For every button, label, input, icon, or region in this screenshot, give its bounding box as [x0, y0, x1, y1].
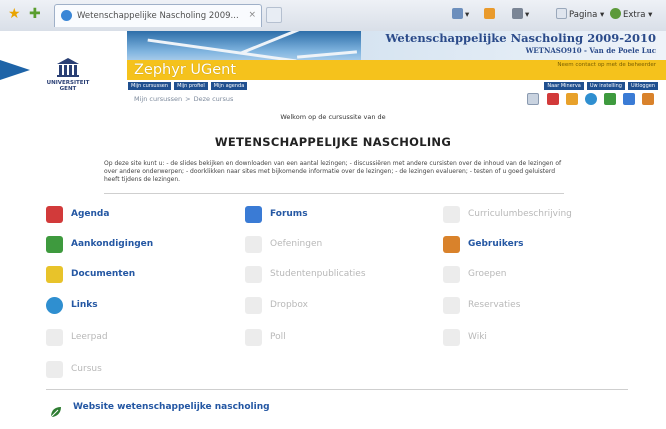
add-favorite-icon[interactable]: ✚: [29, 6, 41, 22]
ie-page-icon: [61, 10, 72, 21]
nav-logout[interactable]: Uitloggen: [626, 81, 659, 91]
nav-my-agenda[interactable]: Mijn agenda: [209, 81, 249, 91]
course-links-icon[interactable]: [584, 93, 597, 105]
tool-label: Aankondigingen: [71, 239, 154, 249]
tool-label: Cursus: [71, 364, 102, 374]
reservations-icon: [443, 297, 460, 314]
university-temple-icon: [57, 58, 79, 78]
tool-label: Curriculumbeschrijving: [468, 209, 572, 219]
page-icon: [556, 8, 567, 19]
new-tab-button[interactable]: [266, 7, 282, 23]
divider: [46, 389, 628, 390]
print-page-icon[interactable]: [527, 93, 540, 105]
breadcrumb-this-course[interactable]: Deze cursus: [194, 95, 234, 103]
browser-toolbar: ★ ✚ Wetenschappelijke Nascholing 2009...…: [0, 0, 666, 32]
leaf-link-icon: [49, 404, 63, 418]
breadcrumb: Mijn cursussen > Deze cursus: [134, 95, 234, 103]
page-tools: [525, 93, 654, 107]
tool-label: Links: [71, 300, 98, 310]
home-icon: [452, 8, 463, 19]
wiki-icon: [443, 329, 460, 346]
home-button[interactable]: ▾: [452, 8, 469, 20]
tool-label: Documenten: [71, 269, 136, 279]
tab-title: Wetenschappelijke Nascholing 2009...: [77, 11, 239, 21]
tool-label: Reservaties: [468, 300, 521, 310]
tool-label: Poll: [270, 332, 286, 342]
nav-my-profile[interactable]: Mijn profiel: [173, 81, 209, 91]
tool-label: Leerpad: [71, 332, 108, 342]
page-menu-button[interactable]: Pagina ▾: [556, 8, 604, 20]
contact-admin-link[interactable]: Neem contact op met de beheerder: [557, 62, 656, 68]
calendar-icon: [46, 206, 63, 223]
tool-label: Oefeningen: [270, 239, 323, 249]
print-button[interactable]: ▾: [512, 8, 529, 20]
groups-icon: [443, 266, 460, 283]
learning-path-icon: [46, 329, 63, 346]
folder-icon: [46, 266, 63, 283]
tool-label: Dropbox: [270, 300, 308, 310]
curriculum-icon: [443, 206, 460, 223]
globe-icon: [46, 297, 63, 314]
tool-label: Wiki: [468, 332, 487, 342]
tool-label: Studentenpublicaties: [270, 269, 366, 279]
tool-label: Gebruikers: [468, 239, 524, 249]
feeds-icon: [484, 8, 495, 19]
forum-icon: [245, 206, 262, 223]
tool-label: Agenda: [71, 209, 110, 219]
course-announcements-icon[interactable]: [603, 93, 616, 105]
site-subtitle: WETNASO910 - Van de Poele Luc: [525, 46, 656, 55]
welcome-text: Welkom op de cursussite van de: [280, 113, 386, 121]
users-icon: [443, 236, 460, 253]
tab-close-icon[interactable]: ×: [248, 10, 256, 20]
user-nav: Mijn cursussen Mijn profiel Mijn agenda: [127, 81, 249, 91]
course-icon: [46, 361, 63, 378]
browser-tab[interactable]: Wetenschappelijke Nascholing 2009... ×: [54, 4, 262, 27]
print-icon: [512, 8, 523, 19]
course-description: Op deze site kunt u: - de slides bekijke…: [104, 160, 562, 183]
logo-arrow-shape: [0, 60, 30, 80]
exercises-icon: [245, 236, 262, 253]
course-forum-icon[interactable]: [622, 93, 635, 105]
favorites-star-icon[interactable]: ★: [8, 6, 21, 22]
tool-label: Forums: [270, 209, 308, 219]
poll-icon: [245, 329, 262, 346]
announcements-icon: [46, 236, 63, 253]
site-title: Wetenschappelijke Nascholing 2009-2010: [385, 31, 656, 45]
course-users-icon[interactable]: [642, 93, 654, 105]
tools-icon: [610, 8, 621, 19]
system-nav: Naar Minerva Uw instelling Uitloggen: [543, 81, 660, 91]
feeds-button[interactable]: [484, 8, 497, 20]
nav-institution[interactable]: Uw instelling: [585, 81, 626, 91]
nav-my-courses[interactable]: Mijn cursussen: [127, 81, 173, 91]
divider: [104, 193, 564, 194]
website-link-label: Website wetenschappelijke nascholing: [73, 402, 270, 412]
tools-menu-button[interactable]: Extra ▾: [610, 8, 652, 20]
course-calendar-icon[interactable]: [546, 93, 559, 105]
product-name: Zephyr UGent: [134, 62, 237, 78]
course-folder-icon[interactable]: [565, 93, 578, 105]
dropbox-icon: [245, 297, 262, 314]
nav-minerva[interactable]: Naar Minerva: [543, 81, 585, 91]
publications-icon: [245, 266, 262, 283]
university-name: UNIVERSITEIT GENT: [46, 80, 90, 92]
tool-label: Groepen: [468, 269, 507, 279]
course-title: WETENSCHAPPELIJKE NASCHOLING: [214, 135, 452, 149]
breadcrumb-my-courses[interactable]: Mijn cursussen: [134, 95, 182, 103]
